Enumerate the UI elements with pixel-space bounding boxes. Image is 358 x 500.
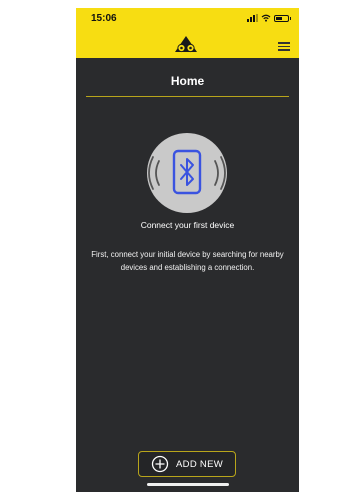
- home-indicator[interactable]: [147, 483, 229, 486]
- app-screen: 15:06 Home Connect your first device Fir…: [76, 8, 299, 492]
- brand-logo-icon: [175, 36, 197, 53]
- bluetooth-device-icon: [147, 133, 227, 213]
- battery-icon: [274, 14, 291, 22]
- add-new-button[interactable]: ADD NEW: [138, 451, 236, 477]
- page-title: Home: [170, 74, 205, 88]
- title-divider: [86, 96, 289, 97]
- status-time: 15:06: [91, 13, 117, 24]
- wifi-icon: [261, 14, 271, 22]
- add-new-label: ADD NEW: [176, 458, 223, 470]
- signal-icon: [247, 14, 258, 22]
- connect-description: First, connect your initial device by se…: [91, 250, 284, 272]
- status-icons: [247, 13, 291, 23]
- hamburger-menu-icon[interactable]: [278, 42, 290, 51]
- top-bar: 15:06: [76, 8, 299, 58]
- connect-headline: Connect your first device: [140, 220, 235, 230]
- plus-circle-icon: [151, 455, 169, 473]
